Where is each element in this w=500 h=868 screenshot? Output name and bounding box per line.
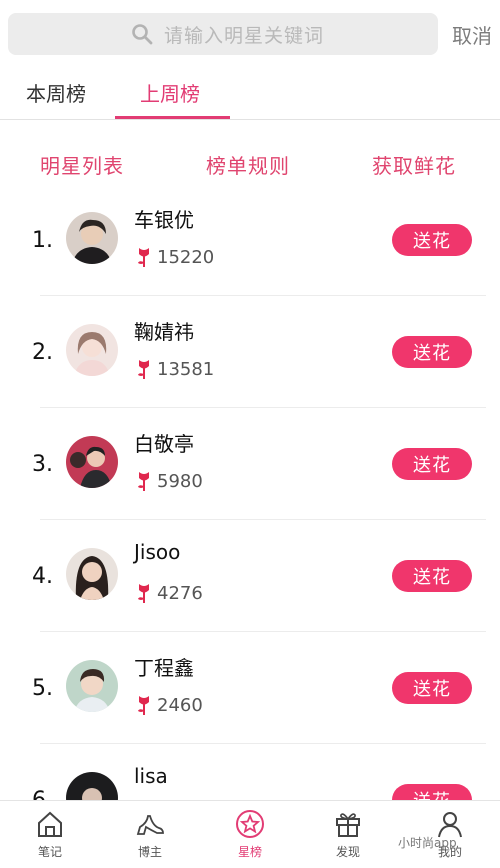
star-name: 车银优: [134, 208, 194, 232]
star-name: Jisoo: [134, 540, 181, 564]
avatar[interactable]: [66, 548, 118, 600]
watermark: 小时尚app: [398, 836, 457, 850]
flower-count: 5980: [157, 471, 203, 492]
home-icon: [38, 811, 62, 837]
cancel-button[interactable]: 取消: [452, 20, 492, 49]
avatar[interactable]: [66, 436, 118, 488]
ranking-row[interactable]: 2. 鞠婧祎 13581 送花: [0, 296, 500, 408]
ranking-row[interactable]: 1. 车银优 15220 送花: [0, 184, 500, 296]
nav-label: 博主: [137, 845, 162, 859]
search-placeholder: 请输入明星关键词: [164, 24, 325, 47]
ranking-tabs: 本周榜 上周榜: [0, 64, 500, 120]
nav-label: 星榜: [237, 845, 262, 859]
rank-number: 3.: [32, 452, 53, 477]
gift-icon: [336, 813, 360, 837]
avatar[interactable]: [66, 660, 118, 712]
avatar[interactable]: [66, 212, 118, 264]
get-flowers-link[interactable]: 获取鲜花: [372, 150, 456, 179]
flower-icon: [138, 360, 149, 379]
star-name: 鞠婧祎: [134, 320, 194, 344]
rank-number: 4.: [32, 564, 53, 589]
ranking-row[interactable]: 5. 丁程鑫 2460 送花: [0, 632, 500, 744]
star-name: 白敬亭: [134, 432, 194, 456]
star-name: 丁程鑫: [134, 656, 194, 680]
nav-discover[interactable]: 发现: [318, 809, 378, 860]
flower-icon: [138, 248, 149, 267]
nav-label: 笔记: [37, 845, 62, 859]
star-list-link[interactable]: 明星列表: [40, 150, 124, 179]
search-icon: [132, 24, 153, 45]
star-icon: [236, 810, 264, 838]
nav-label: 发现: [335, 845, 360, 859]
tab-last-week[interactable]: 上周榜: [140, 78, 200, 107]
send-flower-button[interactable]: 送花: [392, 672, 472, 704]
search-input[interactable]: 请输入明星关键词: [8, 13, 438, 55]
nav-star-ranking[interactable]: 星榜: [220, 809, 280, 860]
send-flower-button[interactable]: 送花: [392, 336, 472, 368]
avatar[interactable]: [66, 324, 118, 376]
flower-count: 4276: [157, 583, 203, 604]
flower-icon: [138, 696, 149, 715]
flower-count: 15220: [157, 247, 215, 268]
search-bar: 请输入明星关键词 取消: [0, 0, 500, 64]
high-heel-icon: [136, 815, 164, 835]
rank-number: 2.: [32, 340, 53, 365]
ranking-row[interactable]: 3. 白敬亭 5980 送花: [0, 408, 500, 520]
send-flower-button[interactable]: 送花: [392, 224, 472, 256]
nav-bloggers[interactable]: 博主: [120, 809, 180, 860]
flower-count: 2460: [157, 695, 203, 716]
rank-number: 1.: [32, 228, 53, 253]
send-flower-button[interactable]: 送花: [392, 560, 472, 592]
ranking-row[interactable]: 4. Jisoo 4276 送花: [0, 520, 500, 632]
ranking-rules-link[interactable]: 榜单规则: [206, 150, 290, 179]
star-name: lisa: [134, 764, 168, 788]
tab-this-week[interactable]: 本周榜: [26, 78, 86, 107]
active-tab-indicator: [115, 116, 230, 119]
flower-icon: [138, 584, 149, 603]
flower-icon: [138, 472, 149, 491]
send-flower-button[interactable]: 送花: [392, 448, 472, 480]
nav-notes[interactable]: 笔记: [20, 809, 80, 860]
flower-count: 13581: [157, 359, 215, 380]
rank-number: 5.: [32, 676, 53, 701]
